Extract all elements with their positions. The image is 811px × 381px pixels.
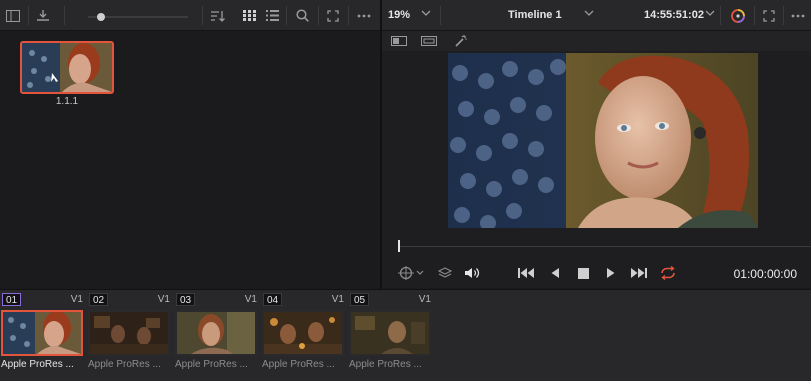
chevron-down-icon[interactable] <box>584 8 594 19</box>
clip-number: 02 <box>89 293 109 306</box>
viewer-panel: 01:00:00:00 <box>382 31 811 288</box>
clip-track: V1 <box>157 294 170 305</box>
divider <box>754 6 755 25</box>
zoom-level[interactable]: 19% <box>388 9 410 21</box>
clip-thumbnail[interactable] <box>175 310 257 356</box>
fullscreen-icon[interactable] <box>758 0 780 31</box>
divider <box>318 6 319 25</box>
list-view-icon[interactable] <box>261 0 283 31</box>
playhead[interactable] <box>398 240 400 252</box>
divider <box>783 6 784 25</box>
clip-thumbnail[interactable] <box>1 310 83 356</box>
transport-controls: 01:00:00:00 <box>382 259 811 287</box>
clip-thumbnail[interactable] <box>349 310 431 356</box>
chevron-down-icon[interactable] <box>421 8 431 19</box>
play-icon[interactable] <box>600 259 622 287</box>
import-icon[interactable] <box>32 0 54 31</box>
thumbnail-size-slider-knob[interactable] <box>97 13 105 21</box>
clip-thumbnail[interactable] <box>262 310 344 356</box>
panel-toggle-icon[interactable] <box>2 0 24 31</box>
target-icon[interactable] <box>394 259 428 287</box>
timeline-clip[interactable]: 02 V1 Apple ProRes ... <box>88 293 172 370</box>
clip-name: Apple ProRes ... <box>88 359 161 370</box>
clip-name: Apple ProRes ... <box>349 359 422 370</box>
expand-icon[interactable] <box>322 0 344 31</box>
timeline-clip[interactable]: 05 V1 Apple ProRes ... <box>349 293 433 370</box>
clip-name: Apple ProRes ... <box>1 359 74 370</box>
skip-back-icon[interactable] <box>515 259 537 287</box>
audio-icon[interactable] <box>460 259 484 287</box>
grid-view-icon[interactable] <box>238 0 260 31</box>
clip-name: Apple ProRes ... <box>175 359 248 370</box>
layers-icon[interactable] <box>434 259 456 287</box>
timeline-clip[interactable]: 01 V1 Apple ProRes ... <box>1 293 85 370</box>
divider <box>286 6 287 25</box>
clip-number: 01 <box>2 293 22 306</box>
sort-icon[interactable] <box>206 0 230 31</box>
source-timecode[interactable]: 14:55:51:02 <box>644 9 704 21</box>
viewer-mode-icon[interactable] <box>388 31 410 51</box>
safe-area-icon[interactable] <box>418 31 440 51</box>
timeline-clip[interactable]: 04 V1 Apple ProRes ... <box>262 293 346 370</box>
clip-name: Apple ProRes ... <box>262 359 335 370</box>
divider <box>28 6 29 25</box>
clip-thumbnail[interactable] <box>88 310 170 356</box>
scrubber-track[interactable] <box>398 246 811 247</box>
step-back-icon[interactable] <box>544 259 566 287</box>
clip-track: V1 <box>70 294 83 305</box>
timeline-name[interactable]: Timeline 1 <box>508 9 562 21</box>
timeline-clip[interactable]: 03 V1 Apple ProRes ... <box>175 293 259 370</box>
video-frame[interactable] <box>448 53 758 228</box>
divider <box>202 6 203 25</box>
clip-number: 03 <box>176 293 196 306</box>
clip-number: 05 <box>350 293 370 306</box>
stop-icon[interactable] <box>572 259 594 287</box>
more-icon[interactable] <box>352 0 376 31</box>
more-icon[interactable] <box>786 0 810 31</box>
divider <box>64 6 65 25</box>
magic-wand-icon[interactable] <box>450 31 472 51</box>
playback-timecode: 01:00:00:00 <box>733 267 797 281</box>
divider <box>440 6 441 25</box>
media-pool: 1.1.1 <box>0 31 380 288</box>
media-pool-clip-thumbnail[interactable] <box>20 41 114 94</box>
search-icon[interactable] <box>291 0 313 31</box>
clip-track: V1 <box>244 294 257 305</box>
media-pool-clip-label: 1.1.1 <box>55 96 79 107</box>
clip-track: V1 <box>418 294 431 305</box>
divider <box>720 6 721 25</box>
skip-forward-icon[interactable] <box>628 259 650 287</box>
divider <box>348 6 349 25</box>
chevron-down-icon[interactable] <box>705 8 715 19</box>
loop-icon[interactable] <box>656 259 680 287</box>
color-wheel-icon[interactable] <box>725 0 751 31</box>
clip-track: V1 <box>331 294 344 305</box>
scrubber-bar[interactable] <box>382 239 811 253</box>
viewer-subtoolbar <box>382 31 811 51</box>
top-toolbar: 19% Timeline 1 14:55:51:02 <box>0 0 811 31</box>
timeline-clip-strip: 01 V1 Apple ProRes ... 02 V1 Apple ProRe… <box>0 289 811 381</box>
clip-number: 04 <box>263 293 283 306</box>
